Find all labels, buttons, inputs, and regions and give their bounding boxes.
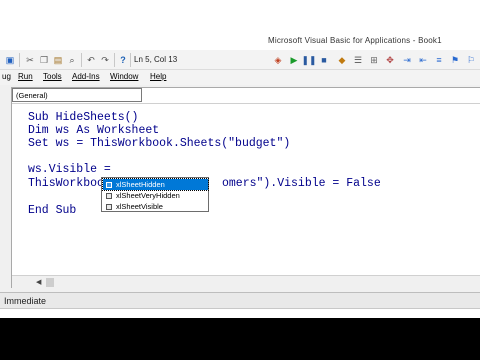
menu-tools-label: Tools [43,72,62,81]
horizontal-scrollbar[interactable]: ◀ [12,275,480,288]
next-bookmark-icon[interactable]: ⚐ [465,54,477,66]
video-frame: Microsoft Visual Basic for Applications … [0,0,480,360]
object-browser-icon[interactable]: ⊞ [368,54,380,66]
vbe-window: Microsoft Visual Basic for Applications … [0,0,480,318]
cursor-position: Ln 5, Col 13 [134,55,178,64]
break-icon[interactable]: ❚❚ [301,54,316,66]
menu-debug[interactable]: ug [2,72,11,81]
code-line-6: End Sub [28,205,76,217]
scroll-left-icon[interactable]: ◀ [36,278,44,287]
menu-help-label: Help [150,72,167,81]
autocomplete-item[interactable]: xlSheetVisible [103,201,208,212]
immediate-title: Immediate [4,296,47,306]
keyword-sub: Sub [28,111,49,124]
code-text: ws.Visible = [28,163,111,176]
autocomplete-item-label: xlSheetVisible [116,202,163,211]
project-explorer-icon[interactable]: ◆ [336,54,348,66]
save-icon[interactable]: ▣ [4,54,16,66]
comment-icon[interactable]: ≡ [433,54,445,66]
constant-icon [106,204,112,210]
menu-addins[interactable]: Add-Ins [72,72,100,81]
properties-icon[interactable]: ☰ [352,54,364,66]
code-text: ws = ThisWorkbook.Sheets("budget") [48,137,291,150]
keyword-set: Set [28,137,49,150]
help-icon[interactable]: ? [117,54,129,66]
bookmark-icon[interactable]: ⚑ [449,54,461,66]
standard-toolbar: ▣ ✂ ❐ ▤ ⌕ ↶ ↷ ? Ln 5, Col 13 ◈ ▶ ❚❚ ■ ◆ … [0,50,480,70]
autocomplete-item[interactable]: xlSheetVeryHidden [103,190,208,201]
code-line-2: Dim ws As Worksheet [28,125,159,137]
window-title: Microsoft Visual Basic for Applications … [268,36,442,45]
toolbox-icon[interactable]: ✥ [384,54,396,66]
find-icon[interactable]: ⌕ [66,54,78,66]
code-line-5-tail: omers").Visible = False [222,178,381,190]
outdent-icon[interactable]: ⇤ [417,54,429,66]
code-window: (General) Sub HideSheets() Dim ws As Wor… [11,87,480,288]
menu-tools[interactable]: Tools [43,72,62,81]
menu-run[interactable]: Run [18,72,33,81]
keyword-dim: Dim [28,124,49,137]
keyword-as: As [76,124,91,137]
constant-icon [106,193,112,199]
immediate-window[interactable] [0,308,480,318]
paste-icon[interactable]: ▤ [52,54,64,66]
code-text: HideSheets() [48,111,139,124]
scroll-thumb[interactable] [46,278,54,287]
keyword-end-sub: End Sub [28,204,77,217]
code-editor[interactable]: Sub HideSheets() Dim ws As Worksheet Set… [12,103,480,275]
indent-icon[interactable]: ⇥ [401,54,413,66]
menu-window[interactable]: Window [110,72,138,81]
code-line-4: ws.Visible = [28,164,111,176]
menu-bar: ug Run Tools Add-Ins Window Help [0,70,480,85]
code-line-1: Sub HideSheets() [28,112,138,124]
autocomplete-item-selected[interactable]: xlSheetHidden [102,178,209,191]
code-line-3: Set ws = ThisWorkbook.Sheets("budget") [28,138,290,150]
immediate-window-header: Immediate [0,292,480,308]
cut-icon[interactable]: ✂ [24,54,36,66]
title-bar: Microsoft Visual Basic for Applications … [0,0,480,50]
constant-icon [106,182,112,188]
menu-window-label: Window [110,72,139,81]
code-line-5: ThisWorkboo [28,178,104,190]
undo-icon[interactable]: ↶ [85,54,97,66]
reset-icon[interactable]: ■ [318,54,330,66]
autocomplete-item-label: xlSheetVeryHidden [116,191,180,200]
object-dropdown[interactable]: (General) [12,88,142,102]
run-icon[interactable]: ▶ [288,54,300,66]
code-text: ws [48,124,77,137]
code-text: ThisWorkboo [28,177,104,190]
menu-addins-label: Add-Ins [72,72,100,81]
menu-help[interactable]: Help [150,72,166,81]
copy-icon[interactable]: ❐ [38,54,50,66]
autocomplete-item-label: xlSheetHidden [116,180,165,189]
redo-icon[interactable]: ↷ [99,54,111,66]
code-text: omers").Visible = False [222,177,381,190]
autocomplete-list: xlSheetHidden xlSheetVeryHidden xlSheetV… [101,177,209,212]
menu-run-label: Run [18,72,33,81]
code-text: Worksheet [90,124,160,137]
menu-debug-label: ug [2,72,11,81]
design-mode-icon[interactable]: ◈ [272,54,284,66]
